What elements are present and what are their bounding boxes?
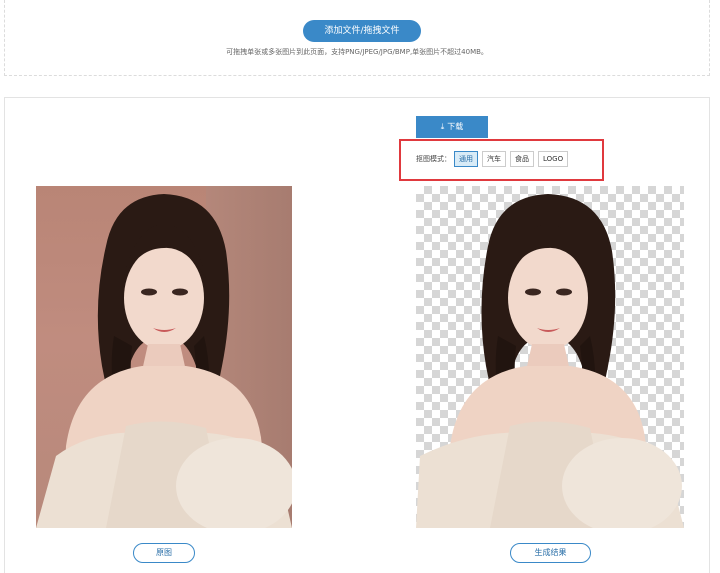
portrait-figure [36, 194, 292, 528]
original-image [36, 186, 292, 528]
add-file-button[interactable]: 添加文件/拖拽文件 [303, 20, 421, 42]
mode-option-general[interactable]: 通用 [454, 151, 478, 167]
original-image-button[interactable]: 原图 [133, 543, 195, 563]
mode-label: 抠图模式： [416, 155, 451, 163]
download-icon: ⤓ [440, 122, 445, 131]
mode-option-car[interactable]: 汽车 [482, 151, 506, 167]
cutout-mode-selector: 抠图模式： 通用 汽车 食品 LOGO [416, 150, 572, 168]
download-label: 下载 [447, 122, 464, 131]
cutout-figure [416, 194, 684, 528]
mode-option-logo[interactable]: LOGO [538, 151, 569, 167]
upload-dropzone[interactable]: 添加文件/拖拽文件 可拖拽单张或多张图片到此页面，支持PNG/JPEG/JPG/… [4, 0, 710, 76]
result-image-button[interactable]: 生成结果 [510, 543, 591, 563]
mode-option-food[interactable]: 食品 [510, 151, 534, 167]
result-image [416, 186, 684, 528]
upload-hint: 可拖拽单张或多张图片到此页面，支持PNG/JPEG/JPG/BMP,单张图片不超… [226, 48, 488, 56]
download-button[interactable]: ⤓ 下载 [416, 116, 488, 138]
